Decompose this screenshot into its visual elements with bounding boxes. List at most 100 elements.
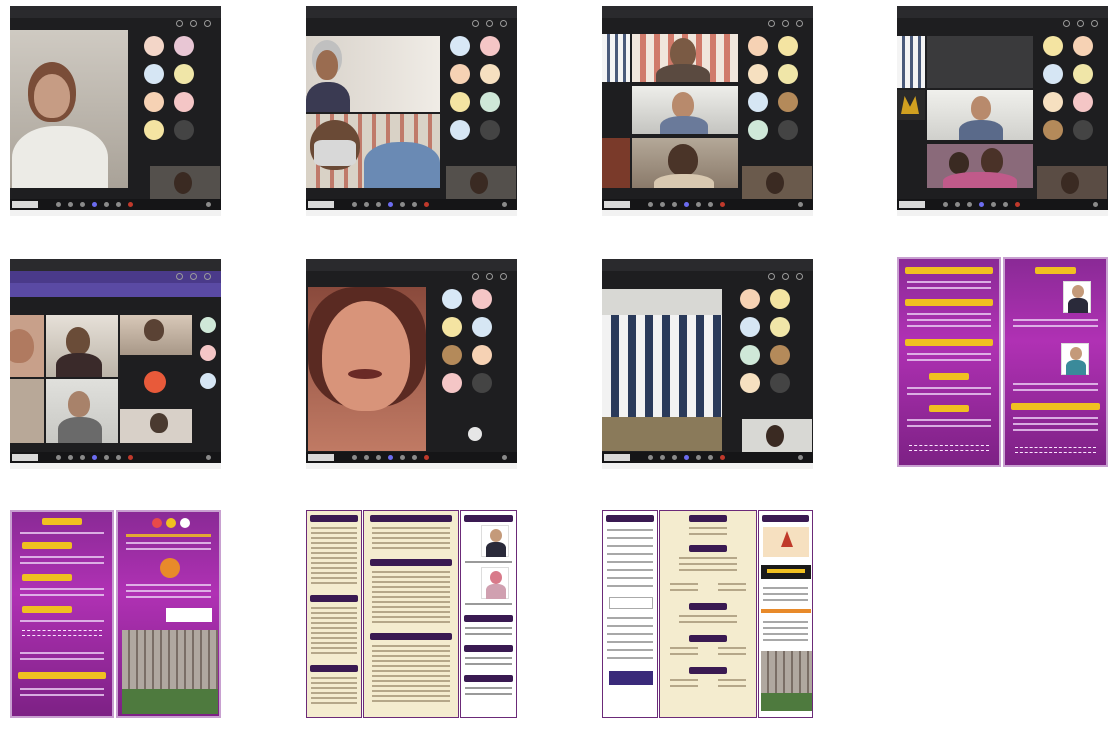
raise-hand-icon[interactable] [92,202,97,207]
share-icon[interactable] [672,455,677,460]
meeting-screenshot-7[interactable] [602,259,813,469]
meeting-screenshot-5[interactable] [10,259,221,469]
more-icon[interactable] [708,455,713,460]
chat-field[interactable] [308,201,334,208]
chat-field[interactable] [604,454,630,461]
raise-hand-icon[interactable] [92,455,97,460]
participant-avatar[interactable] [442,373,462,393]
more-icon[interactable] [500,20,507,27]
chat-icon[interactable] [696,455,701,460]
participant-avatar[interactable] [450,36,470,56]
participant-avatar[interactable] [450,120,470,140]
end-call-icon[interactable] [1015,202,1020,207]
settings-icon[interactable] [768,20,775,27]
participant-avatar[interactable] [472,345,492,365]
participant-avatar[interactable] [472,317,492,337]
share-icon[interactable] [672,202,677,207]
end-call-icon[interactable] [128,202,133,207]
participant-avatar[interactable] [442,289,462,309]
brochure-page-4[interactable] [602,510,813,718]
video-icon[interactable] [56,455,61,460]
meeting-screenshot-2[interactable] [306,6,517,216]
participants-icon[interactable] [486,273,493,280]
participant-avatar[interactable] [1043,64,1063,84]
more-participants-icon[interactable] [1073,120,1093,140]
participant-avatar[interactable] [740,317,760,337]
more-icon[interactable] [796,20,803,27]
participant-avatar[interactable] [480,36,500,56]
participant-avatar[interactable] [450,92,470,112]
mic-icon[interactable] [68,202,73,207]
register-button[interactable] [609,671,653,685]
chat-field[interactable] [604,201,630,208]
participants-icon[interactable] [502,202,507,207]
participant-avatar[interactable] [174,92,194,112]
participants-icon[interactable] [782,20,789,27]
raise-hand-icon[interactable] [979,202,984,207]
participant-avatar[interactable] [144,120,164,140]
more-icon[interactable] [116,202,121,207]
participants-icon[interactable] [782,273,789,280]
chat-field[interactable] [12,201,38,208]
participants-icon[interactable] [1077,20,1084,27]
participant-avatar[interactable] [748,36,768,56]
more-participants-icon[interactable] [778,120,798,140]
video-icon[interactable] [648,202,653,207]
participants-icon[interactable] [1093,202,1098,207]
participant-avatar[interactable] [1043,36,1063,56]
meeting-screenshot-6[interactable] [306,259,517,469]
chat-icon[interactable] [104,455,109,460]
more-participants-icon[interactable] [480,120,500,140]
meeting-screenshot-1[interactable] [10,6,221,216]
participants-icon[interactable] [798,455,803,460]
participant-avatar[interactable] [174,64,194,84]
more-icon[interactable] [796,273,803,280]
raise-hand-icon[interactable] [388,455,393,460]
participant-avatar[interactable] [480,92,500,112]
raise-hand-icon[interactable] [388,202,393,207]
mic-icon[interactable] [364,455,369,460]
participant-avatar[interactable] [748,120,768,140]
chat-icon[interactable] [696,202,701,207]
end-call-icon[interactable] [128,455,133,460]
more-icon[interactable] [116,455,121,460]
participant-avatar[interactable] [778,92,798,112]
mic-icon[interactable] [955,202,960,207]
settings-icon[interactable] [768,273,775,280]
participant-avatar[interactable] [144,64,164,84]
share-icon[interactable] [80,455,85,460]
participant-avatar[interactable] [740,289,760,309]
participant-avatar[interactable] [740,373,760,393]
chat-icon[interactable] [400,202,405,207]
brochure-page-3[interactable] [306,510,517,718]
end-call-icon[interactable] [424,455,429,460]
more-participants-icon[interactable] [174,120,194,140]
participant-avatar[interactable] [1073,64,1093,84]
chat-field[interactable] [12,454,38,461]
more-participants-icon[interactable] [472,373,492,393]
share-icon[interactable] [967,202,972,207]
mic-icon[interactable] [68,455,73,460]
participant-avatar[interactable] [748,64,768,84]
settings-icon[interactable] [176,20,183,27]
end-call-icon[interactable] [720,202,725,207]
participant-avatar[interactable] [1073,36,1093,56]
participant-avatar[interactable] [1043,120,1063,140]
participant-avatar[interactable] [1043,92,1063,112]
chat-icon[interactable] [400,455,405,460]
participant-avatar[interactable] [778,64,798,84]
mic-icon[interactable] [660,455,665,460]
participant-avatar[interactable] [200,373,216,389]
participant-avatar[interactable] [770,289,790,309]
brochure-page-1[interactable] [897,257,1108,467]
more-icon[interactable] [500,273,507,280]
participant-avatar[interactable] [480,64,500,84]
participants-icon[interactable] [206,202,211,207]
participant-avatar[interactable] [778,36,798,56]
end-call-icon[interactable] [424,202,429,207]
chat-field[interactable] [899,201,925,208]
participants-icon[interactable] [190,273,197,280]
more-icon[interactable] [412,455,417,460]
more-icon[interactable] [1003,202,1008,207]
settings-icon[interactable] [1063,20,1070,27]
